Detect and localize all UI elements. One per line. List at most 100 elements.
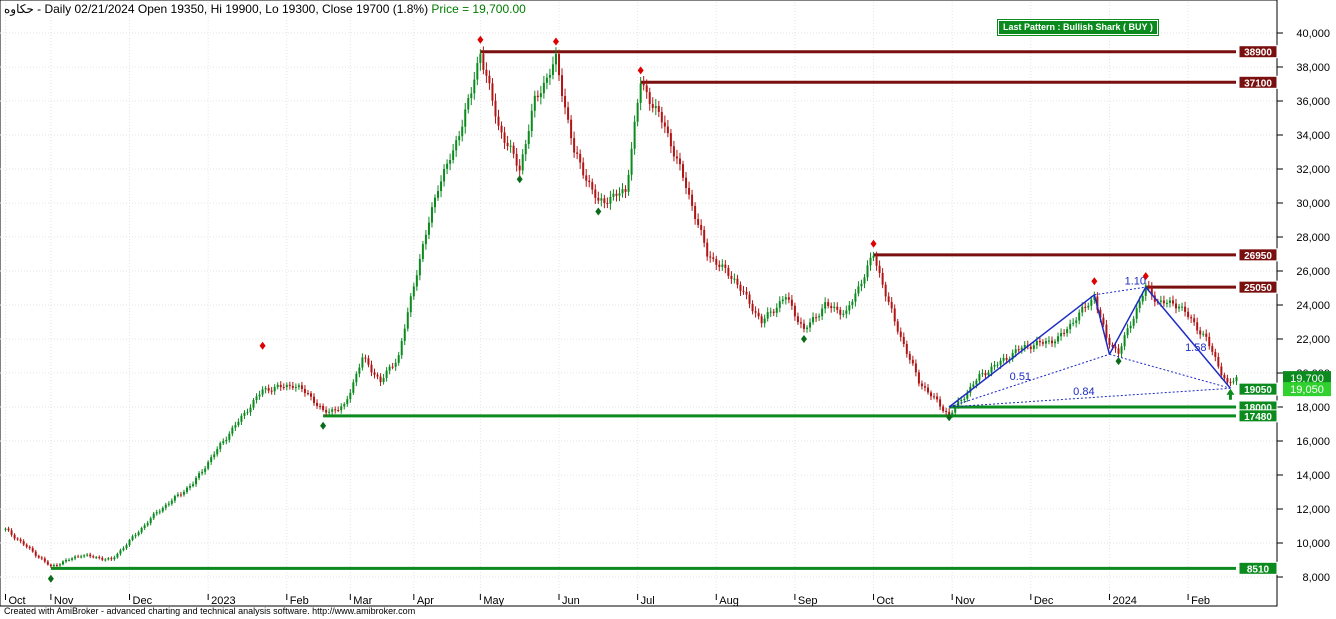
bar-body — [1229, 382, 1232, 384]
bar-body — [355, 373, 358, 383]
bar-body — [515, 153, 518, 166]
bar-body — [1138, 301, 1141, 309]
bar-body — [161, 507, 164, 512]
bar-body — [781, 299, 784, 302]
bar-body — [1063, 332, 1066, 334]
bar-body — [530, 110, 533, 132]
x-tick-label: Jul — [641, 595, 655, 607]
bar-body — [554, 53, 557, 65]
price-info: Price = 19,700.00 — [428, 2, 526, 16]
bar-body — [207, 461, 210, 469]
bar-body — [228, 433, 231, 440]
bar-body — [757, 312, 760, 317]
x-tick-label: Oct — [877, 595, 894, 607]
bar-body — [1232, 381, 1235, 383]
bar-body — [34, 551, 37, 556]
bar-body — [297, 385, 300, 387]
bar-body — [325, 409, 328, 413]
bar-body — [984, 373, 987, 376]
bar-body — [766, 312, 769, 319]
bar-body — [43, 558, 46, 562]
bar-body — [373, 372, 376, 375]
bar-body — [1060, 332, 1063, 337]
bar-body — [639, 83, 642, 103]
bar-body — [739, 284, 742, 291]
bar-body — [397, 355, 400, 363]
bar-body — [851, 301, 854, 306]
bar-body — [467, 98, 470, 110]
bar-body — [712, 257, 715, 259]
x-tick-label: Aug — [719, 595, 739, 607]
bar-body — [140, 527, 143, 533]
bar-body — [506, 142, 509, 147]
bar-body — [993, 365, 996, 367]
bar-body — [751, 303, 754, 312]
bar-body — [651, 104, 654, 108]
bar-body — [1202, 333, 1205, 335]
bar-body — [343, 404, 346, 407]
bar-body — [818, 316, 821, 318]
level-label-25050-text: 25050 — [1244, 283, 1272, 294]
bar-body — [1147, 285, 1150, 288]
bar-body — [685, 177, 688, 188]
bar-body — [600, 198, 603, 201]
bar-body — [893, 308, 896, 322]
bar-body — [748, 294, 751, 304]
bar-body — [167, 503, 170, 505]
bar-body — [609, 196, 612, 204]
bar-body — [536, 95, 539, 98]
bar-body — [570, 119, 573, 139]
bar-body — [1014, 349, 1017, 353]
bar-body — [255, 396, 258, 401]
bar-body — [621, 189, 624, 194]
bar-body — [902, 336, 905, 345]
bar-body — [382, 377, 385, 383]
bar-body — [173, 496, 176, 501]
bar-body — [494, 100, 497, 117]
bar-body — [860, 283, 863, 287]
y-tick-label: 36,000 — [1296, 96, 1330, 108]
x-tick-label: May — [483, 595, 504, 607]
bar-body — [1041, 342, 1044, 344]
bar-body — [1226, 378, 1229, 383]
bar-body — [606, 203, 609, 205]
bar-body — [939, 399, 942, 407]
bar-body — [470, 93, 473, 99]
bar-body — [763, 318, 766, 324]
bar-body — [455, 140, 458, 151]
bar-body — [527, 131, 530, 145]
bar-body — [473, 79, 476, 94]
bar-body — [288, 384, 291, 386]
price-chart[interactable]: 0.51 1.10 1.58 0.84 8,000 10,000 12,000 14,000… — [0, 0, 1336, 619]
bar-body — [225, 439, 228, 442]
bar-body — [1193, 318, 1196, 323]
bar-body — [65, 559, 68, 562]
bar-body — [246, 412, 249, 414]
y-axis: 8,00010,00012,00014,00016,00018,00020,00… — [1277, 28, 1330, 584]
bar-body — [92, 556, 95, 558]
bar-body — [769, 311, 772, 313]
bar-body — [482, 53, 485, 70]
bar-body — [86, 554, 89, 556]
bar-body — [839, 309, 842, 315]
bar-body — [730, 275, 733, 279]
bar-body — [1078, 312, 1081, 321]
bar-body — [1005, 357, 1008, 360]
bar-body — [16, 538, 19, 540]
bar-body — [1141, 295, 1144, 302]
bar-body — [736, 278, 739, 285]
bar-body — [881, 272, 884, 285]
bar-body — [551, 64, 554, 75]
bar-body — [443, 168, 446, 182]
bar-body — [1214, 351, 1217, 357]
level-label-26950-text: 26950 — [1244, 251, 1272, 262]
bar-body — [582, 162, 585, 176]
bar-body — [833, 306, 836, 308]
bar-body — [4, 528, 7, 530]
bar-body — [660, 111, 663, 123]
bar-body — [672, 146, 675, 157]
y-tick-label: 34,000 — [1296, 130, 1330, 142]
bar-body — [618, 193, 621, 196]
bar-body — [164, 504, 167, 508]
chart-header: حکاوه - Daily 02/21/2024 Open 19350, Hi … — [4, 2, 526, 16]
